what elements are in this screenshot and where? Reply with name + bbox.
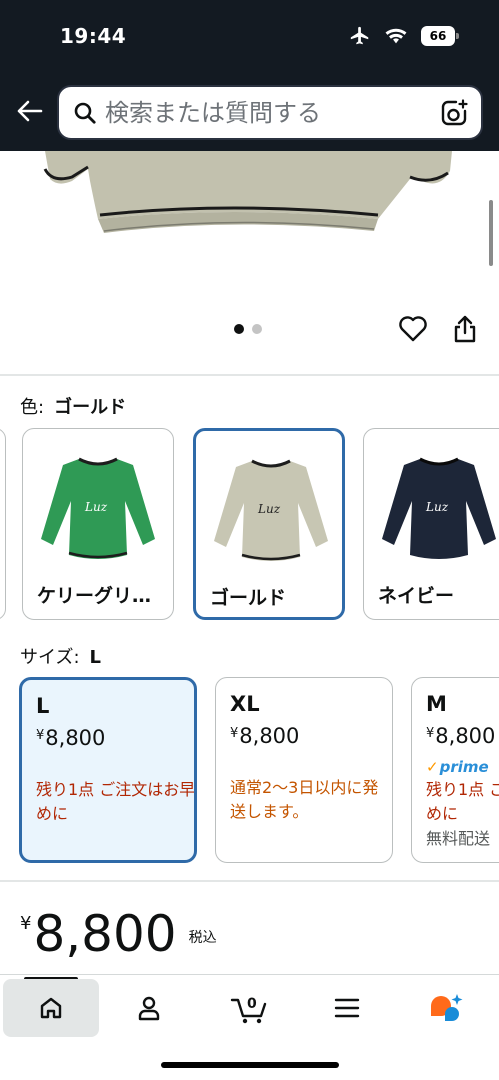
section-divider — [0, 374, 499, 376]
svg-text:Luz: Luz — [257, 502, 281, 516]
price-currency: ¥ — [20, 913, 32, 934]
product-price: ¥ 8,800 税込 — [20, 905, 217, 963]
size-option-price: ¥8,800 — [426, 724, 496, 748]
color-option-label: ゴールド — [210, 587, 287, 609]
cart-icon: 0 — [230, 996, 267, 1024]
green-sweatshirt-thumbnail: Luz — [41, 457, 155, 559]
color-option-label: ネイビー — [378, 585, 455, 607]
search-input[interactable] — [105, 95, 425, 131]
section-divider — [0, 880, 499, 882]
back-arrow-icon[interactable] — [14, 96, 44, 126]
assistant-icon — [431, 994, 463, 1021]
size-option-name: L — [36, 694, 50, 718]
battery-indicator: 66 — [421, 26, 459, 46]
status-icons: 66 — [349, 25, 459, 47]
size-option-name: M — [426, 692, 447, 716]
color-option-kelly-green[interactable]: Luz ケリーグリ… — [22, 428, 174, 620]
price-amount: 8,800 — [33, 905, 177, 963]
stock-note: 残り1点 ご注文はお早めに — [426, 780, 499, 823]
camera-search-icon[interactable] — [439, 98, 469, 128]
airplane-icon — [350, 26, 369, 45]
color-label-row: 色: ゴールド — [20, 393, 126, 419]
carousel-dots[interactable] — [234, 324, 262, 334]
stock-note: 残り1点 ご注文はお早めに — [36, 780, 196, 823]
color-option-gold[interactable]: Luz ゴールド — [193, 428, 345, 620]
nav-home[interactable] — [3, 979, 99, 1037]
size-option-name: XL — [230, 692, 260, 716]
shipping-note: 無料配送 — [426, 829, 491, 848]
heart-icon[interactable] — [398, 315, 428, 343]
navy-sweatshirt-thumbnail: Luz — [382, 457, 496, 559]
color-selected-value: ゴールド — [54, 397, 127, 418]
svg-text:Luz: Luz — [425, 500, 449, 514]
color-label: 色: — [20, 397, 45, 418]
carousel-dot-2[interactable] — [252, 324, 262, 334]
share-icon[interactable] — [451, 314, 479, 344]
cart-count: 0 — [247, 996, 257, 1012]
size-label: サイズ: — [20, 647, 80, 668]
size-selected-value: L — [89, 647, 102, 668]
size-option-xl[interactable]: XL ¥8,800 通常2～3日以内に発送します。 — [215, 677, 393, 863]
price-tax-note: 税込 — [188, 930, 217, 946]
search-icon — [74, 102, 96, 124]
size-option-price: ¥8,800 — [230, 724, 300, 748]
home-icon — [40, 997, 62, 1019]
size-option-l[interactable]: L ¥8,800 残り1点 ご注文はお早めに — [19, 677, 197, 863]
nav-menu[interactable] — [299, 979, 395, 1037]
search-bar[interactable] — [57, 85, 483, 140]
prime-badge: prime — [426, 758, 489, 776]
nav-assistant[interactable] — [398, 979, 494, 1037]
menu-icon — [334, 998, 360, 1018]
home-indicator — [161, 1062, 339, 1068]
image-scrollbar[interactable] — [489, 200, 493, 266]
account-icon — [138, 996, 160, 1021]
size-option-m[interactable]: M ¥8,800 prime 残り1点 ご注文はお早めに 無料配送 — [411, 677, 499, 863]
size-label-row: サイズ: L — [20, 643, 101, 669]
color-option-label: ケリーグリ… — [37, 585, 152, 607]
delivery-note: 通常2～3日以内に発送します。 — [230, 778, 379, 821]
svg-text:Luz: Luz — [84, 500, 108, 514]
app-header: 19:44 66 — [0, 0, 499, 151]
nav-cart[interactable]: 0 — [201, 979, 297, 1037]
size-option-price: ¥8,800 — [36, 726, 106, 750]
status-time: 19:44 — [60, 24, 127, 48]
carousel-dot-1[interactable] — [234, 324, 244, 334]
wifi-icon — [385, 28, 407, 44]
gold-sweatshirt-thumbnail: Luz — [214, 459, 328, 561]
color-option-partial[interactable] — [0, 428, 6, 620]
color-option-navy[interactable]: Luz ネイビー — [363, 428, 499, 620]
nav-account[interactable] — [101, 979, 197, 1037]
